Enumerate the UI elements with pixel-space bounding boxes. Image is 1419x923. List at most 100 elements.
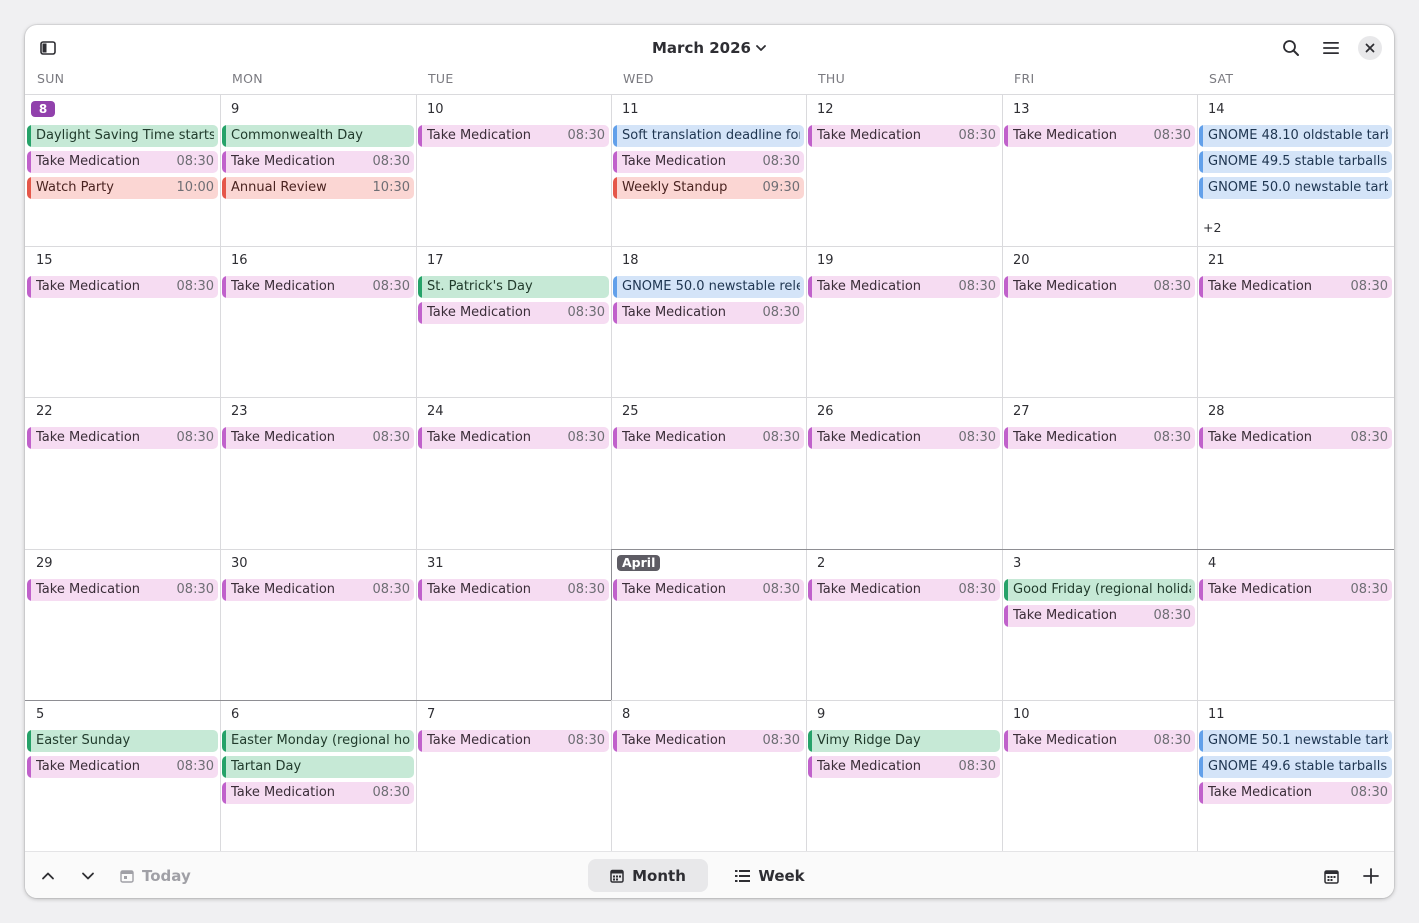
event-chip[interactable]: GNOME 48.10 oldstable tarb [1199,125,1392,147]
event-chip[interactable]: GNOME 50.1 newstable tarb [1199,730,1392,752]
day-cell[interactable]: 13 Take Medication 08:30 [1002,95,1197,246]
event-chip[interactable]: Take Medication 08:30 [808,276,1000,298]
event-chip[interactable]: Take Medication 08:30 [222,276,414,298]
main-menu-button[interactable] [1318,35,1344,61]
day-cell[interactable]: 27 Take Medication 08:30 [1002,397,1197,549]
event-chip[interactable]: Take Medication 08:30 [808,756,1000,778]
event-chip[interactable]: Easter Monday (regional hol [222,730,414,752]
day-cell[interactable]: 11 Soft translation deadline for Take Medi… [611,95,806,246]
day-cell[interactable]: 22 Take Medication 08:30 [25,397,220,549]
event-chip[interactable]: Tartan Day [222,756,414,778]
day-cell[interactable]: 20 Take Medication 08:30 [1002,246,1197,397]
event-chip[interactable]: Take Medication 08:30 [1199,427,1392,449]
day-cell[interactable]: 23 Take Medication 08:30 [220,397,416,549]
event-chip[interactable]: Watch Party 10:00 [27,177,218,199]
event-chip[interactable]: Take Medication 08:30 [1004,730,1195,752]
event-chip[interactable]: Take Medication 08:30 [1004,427,1195,449]
day-cell[interactable]: 25 Take Medication 08:30 [611,397,806,549]
add-event-button[interactable] [1358,862,1384,890]
day-cell[interactable]: 6 Easter Monday (regional hol Tartan Day Ta… [220,700,416,852]
close-button[interactable] [1358,36,1382,60]
event-chip[interactable]: Take Medication 08:30 [1199,579,1392,601]
month-view-button[interactable]: Month [588,859,708,892]
day-cell[interactable]: 24 Take Medication 08:30 [416,397,611,549]
event-chip[interactable]: GNOME 49.6 stable tarballs [1199,756,1392,778]
day-cell[interactable]: 8 Take Medication 08:30 [611,700,806,852]
search-button[interactable] [1278,35,1304,61]
event-chip[interactable]: Take Medication 08:30 [27,427,218,449]
event-chip[interactable]: Take Medication 08:30 [1004,125,1195,147]
event-chip[interactable]: Annual Review 10:30 [222,177,414,199]
day-cell[interactable]: 10 Take Medication 08:30 [1002,700,1197,852]
day-cell[interactable]: 15 Take Medication 08:30 [25,246,220,397]
event-chip[interactable]: Take Medication 08:30 [613,427,804,449]
date-chooser-button[interactable] [1318,862,1344,890]
event-chip[interactable]: Daylight Saving Time starts [27,125,218,147]
event-chip[interactable]: Take Medication 08:30 [222,427,414,449]
event-chip[interactable]: Take Medication 08:30 [613,730,804,752]
day-cell[interactable]: April Take Medication 08:30 [611,549,806,700]
event-chip[interactable]: Take Medication 08:30 [27,756,218,778]
event-chip[interactable]: Take Medication 08:30 [1004,276,1195,298]
day-cell[interactable]: 4 Take Medication 08:30 [1197,549,1394,700]
event-chip[interactable]: Take Medication 08:30 [222,579,414,601]
previous-month-button[interactable] [35,862,61,890]
next-month-button[interactable] [75,862,101,890]
day-cell[interactable]: 7 Take Medication 08:30 [416,700,611,852]
header-bar: March 2026 [25,25,1394,71]
event-chip[interactable]: Take Medication 08:30 [808,427,1000,449]
event-chip[interactable]: Take Medication 08:30 [418,579,609,601]
event-chip[interactable]: Take Medication 08:30 [808,579,1000,601]
day-cell[interactable]: 30 Take Medication 08:30 [220,549,416,700]
day-cell[interactable]: 11 GNOME 50.1 newstable tarb GNOME 49.6 st… [1197,700,1394,852]
day-cell[interactable]: 8 Daylight Saving Time starts Take Medicat… [25,95,220,246]
event-chip[interactable]: Take Medication 08:30 [418,427,609,449]
event-chip[interactable]: Take Medication 08:30 [27,151,218,173]
day-cell[interactable]: 5 Easter Sunday Take Medication 08:30 [25,700,220,852]
event-chip[interactable]: St. Patrick's Day [418,276,609,298]
event-chip[interactable]: GNOME 49.5 stable tarballs [1199,151,1392,173]
day-cell[interactable]: 2 Take Medication 08:30 [806,549,1002,700]
event-chip[interactable]: Take Medication 08:30 [418,302,609,324]
event-chip[interactable]: Vimy Ridge Day [808,730,1000,752]
day-cell[interactable]: 26 Take Medication 08:30 [806,397,1002,549]
event-chip[interactable]: Take Medication 08:30 [418,125,609,147]
event-chip[interactable]: Easter Sunday [27,730,218,752]
event-chip[interactable]: Commonwealth Day [222,125,414,147]
event-chip[interactable]: Take Medication 08:30 [1199,276,1392,298]
day-cell[interactable]: 16 Take Medication 08:30 [220,246,416,397]
event-chip[interactable]: GNOME 50.0 newstable rele [613,276,804,298]
event-chip[interactable]: Good Friday (regional holida [1004,579,1195,601]
day-cell[interactable]: 17 St. Patrick's Day Take Medication 08:30 [416,246,611,397]
day-cell[interactable]: 12 Take Medication 08:30 [806,95,1002,246]
day-cell[interactable]: 9 Vimy Ridge Day Take Medication 08:30 [806,700,1002,852]
day-cell[interactable]: 18 GNOME 50.0 newstable rele Take Medicati… [611,246,806,397]
day-cell[interactable]: 14 GNOME 48.10 oldstable tarb GNOME 49.5 s… [1197,95,1394,246]
event-chip[interactable]: Take Medication 08:30 [222,782,414,804]
day-cell[interactable]: 28 Take Medication 08:30 [1197,397,1394,549]
event-chip[interactable]: Take Medication 08:30 [27,579,218,601]
day-cell[interactable]: 21 Take Medication 08:30 [1197,246,1394,397]
event-chip[interactable]: Take Medication 08:30 [613,302,804,324]
day-cell[interactable]: 29 Take Medication 08:30 [25,549,220,700]
more-events-link[interactable]: +2 [1203,220,1221,235]
month-selector[interactable]: March 2026 [25,39,1394,58]
event-chip[interactable]: Take Medication 08:30 [613,151,804,173]
event-chip[interactable]: Take Medication 08:30 [1004,605,1195,627]
week-view-button[interactable]: Week [725,859,815,892]
event-chip[interactable]: Take Medication 08:30 [222,151,414,173]
event-chip[interactable]: Take Medication 08:30 [808,125,1000,147]
day-cell[interactable]: 9 Commonwealth Day Take Medication 08:30 Ann… [220,95,416,246]
event-chip[interactable]: Take Medication 08:30 [418,730,609,752]
day-cell[interactable]: 31 Take Medication 08:30 [416,549,611,700]
today-button[interactable]: Today [120,862,191,890]
day-cell[interactable]: 3 Good Friday (regional holida Take Medica… [1002,549,1197,700]
day-cell[interactable]: 10 Take Medication 08:30 [416,95,611,246]
event-chip[interactable]: Soft translation deadline for [613,125,804,147]
day-cell[interactable]: 19 Take Medication 08:30 [806,246,1002,397]
event-chip[interactable]: Take Medication 08:30 [613,579,804,601]
event-chip[interactable]: Weekly Standup 09:30 [613,177,804,199]
event-chip[interactable]: Take Medication 08:30 [1199,782,1392,804]
event-chip[interactable]: Take Medication 08:30 [27,276,218,298]
event-chip[interactable]: GNOME 50.0 newstable tarb [1199,177,1392,199]
